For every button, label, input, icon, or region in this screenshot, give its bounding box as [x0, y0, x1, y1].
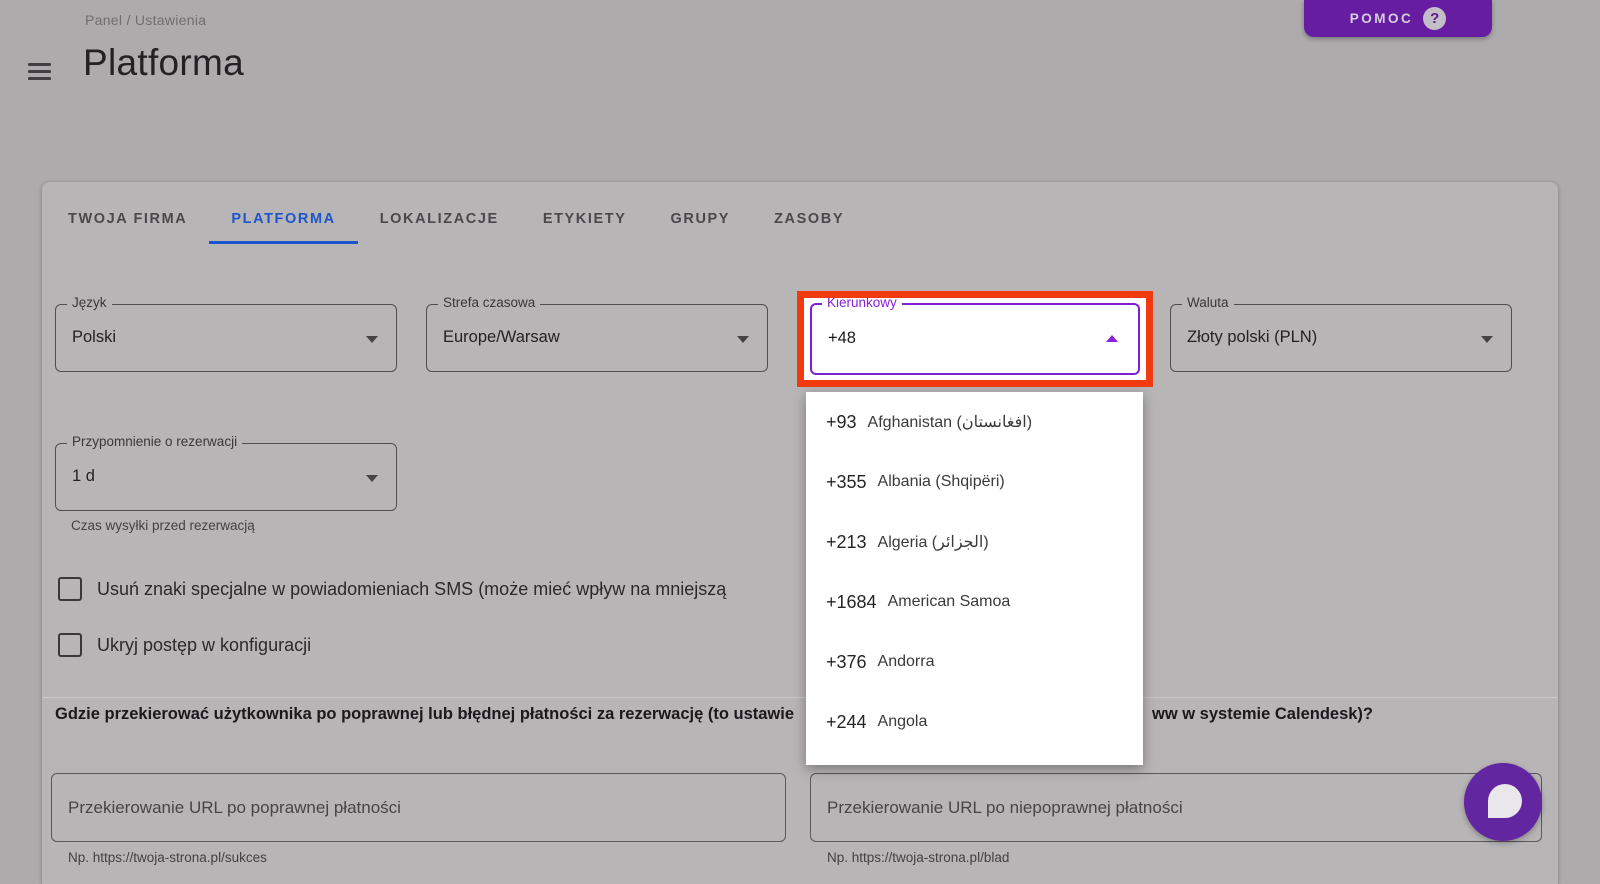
question-mark-icon: ? — [1423, 7, 1447, 30]
dial-code-option-algeria[interactable]: +213 Algeria (الجزائر) — [806, 512, 1143, 572]
dial-code-select-value: +48 — [828, 329, 856, 347]
timezone-select-value: Europe/Warsaw — [443, 328, 560, 346]
chevron-down-icon — [1481, 336, 1493, 343]
timezone-select[interactable]: Strefa czasowa Europe/Warsaw — [426, 295, 768, 372]
settings-tab-bar: TWOJA FIRMA PLATFORMA LOKALIZACJE ETYKIE… — [46, 196, 866, 244]
chat-widget-button[interactable] — [1464, 763, 1542, 841]
hide-setup-progress-checkbox[interactable] — [58, 633, 82, 657]
language-select[interactable]: Język Polski — [55, 295, 397, 372]
dial-code-select[interactable]: Kierunkowy +48 — [810, 295, 1140, 375]
tab-zasoby[interactable]: ZASOBY — [752, 196, 866, 244]
help-button[interactable]: POMOC ? — [1304, 0, 1492, 37]
country-name: Andorra — [877, 653, 935, 670]
error-redirect-url-field — [810, 773, 1542, 842]
success-redirect-url-input[interactable] — [52, 774, 785, 841]
country-name: Afghanistan (افغانستان) — [867, 414, 1033, 431]
chevron-down-icon — [737, 336, 749, 343]
sms-special-chars-checkbox[interactable] — [58, 577, 82, 601]
hide-setup-progress-checkbox-label[interactable]: Ukryj postęp w konfiguracji — [97, 635, 311, 656]
help-button-label: POMOC — [1349, 11, 1414, 26]
error-redirect-url-input[interactable] — [811, 774, 1541, 841]
breadcrumb: Panel / Ustawienia — [85, 12, 207, 28]
chevron-down-icon — [366, 475, 378, 482]
chevron-up-icon — [1106, 335, 1118, 342]
hamburger-menu-icon[interactable] — [28, 63, 51, 80]
dial-code-value: +244 — [826, 711, 867, 732]
dial-code-value: +355 — [826, 471, 867, 492]
country-name: Algeria (الجزائر) — [877, 534, 989, 551]
dial-code-value: +376 — [826, 651, 867, 672]
language-select-value: Polski — [72, 328, 117, 346]
dial-code-option-andorra[interactable]: +376 Andorra — [806, 632, 1143, 692]
payment-redirect-question-left: Gdzie przekierować użytkownika po popraw… — [55, 705, 795, 723]
dial-code-option-angola[interactable]: +244 Angola — [806, 692, 1143, 752]
dial-code-option-afghanistan[interactable]: +93 Afghanistan (افغانستان) — [806, 392, 1143, 452]
sms-special-chars-checkbox-label[interactable]: Usuń znaki specjalne w powiadomieniach S… — [97, 579, 806, 600]
country-name: American Samoa — [887, 593, 1011, 610]
booking-reminder-value: 1 d — [72, 467, 95, 485]
payment-redirect-question-right: ww w systemie Calendesk)? — [1152, 705, 1374, 723]
page-title: Platforma — [83, 42, 245, 83]
tab-twoja-firma[interactable]: TWOJA FIRMA — [46, 196, 209, 244]
success-redirect-url-helper: Np. https://twoja-strona.pl/sukces — [68, 850, 267, 865]
chat-bubble-icon — [1488, 784, 1522, 818]
currency-select-value: Złoty polski (PLN) — [1187, 328, 1318, 346]
currency-select[interactable]: Waluta Złoty polski (PLN) — [1170, 295, 1512, 372]
booking-reminder-helper: Czas wysyłki przed rezerwacją — [71, 518, 255, 533]
dial-code-value: +93 — [826, 411, 857, 432]
country-name: Albania (Shqipëri) — [877, 473, 1005, 490]
chevron-down-icon — [366, 336, 378, 343]
dial-code-option-american-samoa[interactable]: +1684 American Samoa — [806, 572, 1143, 632]
success-redirect-url-field — [51, 773, 786, 842]
tab-etykiety[interactable]: ETYKIETY — [521, 196, 649, 244]
country-name: Angola — [877, 713, 928, 730]
tab-lokalizacje[interactable]: LOKALIZACJE — [358, 196, 521, 244]
dial-code-value: +1684 — [826, 591, 877, 612]
dial-code-value: +213 — [826, 531, 867, 552]
tab-platforma[interactable]: PLATFORMA — [209, 196, 358, 244]
error-redirect-url-helper: Np. https://twoja-strona.pl/blad — [827, 850, 1010, 865]
booking-reminder-select[interactable]: Przypomnienie o rezerwacji 1 d — [55, 434, 397, 511]
section-divider — [42, 697, 1558, 698]
tab-grupy[interactable]: GRUPY — [649, 196, 753, 244]
dial-code-dropdown-menu: +93 Afghanistan (افغانستان) +355 Albania… — [806, 392, 1143, 765]
dial-code-option-albania[interactable]: +355 Albania (Shqipëri) — [806, 452, 1143, 512]
